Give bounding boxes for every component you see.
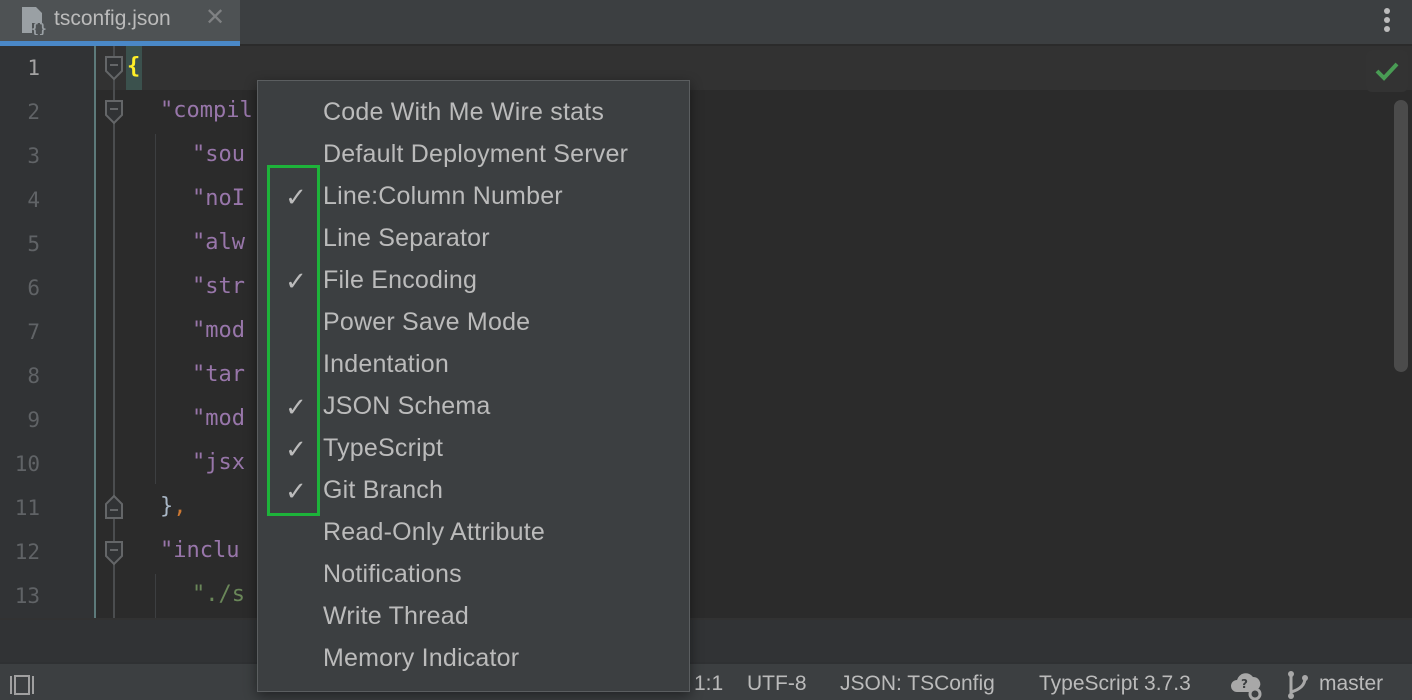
check-icon: ✓ [285,434,307,464]
menu-item-label: Read-Only Attribute [323,518,545,546]
menu-item-label: Memory Indicator [323,644,520,672]
fold-collapse-icon[interactable] [104,99,124,125]
line-number: 11 [14,496,40,520]
git-branch-icon[interactable] [1286,670,1310,700]
more-options-icon[interactable] [1378,6,1396,34]
gutter-separator [94,46,96,618]
check-icon [282,141,310,169]
menu-item-line-column-number[interactable]: ✓ Line:Column Number [258,177,689,219]
close-tab-icon[interactable]: ✕ [204,6,226,30]
code-line: "./s [192,582,245,607]
menu-item-line-separator[interactable]: Line Separator [258,219,689,261]
line-number: 2 [27,100,40,124]
editor-tab-bar: {} tsconfig.json ✕ [0,0,1412,46]
menu-item-label: Line Separator [323,224,490,252]
typescript-indicator[interactable]: TypeScript 3.7.3 [1039,672,1191,696]
json-file-icon: {} [22,7,47,35]
indent-guide [155,134,156,484]
git-branch-name[interactable]: master [1319,672,1383,696]
tab-label: tsconfig.json [54,7,171,30]
tab-tsconfig-json[interactable]: {} tsconfig.json ✕ [0,0,240,46]
check-icon: ✓ [285,266,307,296]
toggle-tool-windows-icon[interactable] [8,674,36,696]
menu-item-default-deployment-server[interactable]: Default Deployment Server [258,135,689,177]
menu-item-indentation[interactable]: Indentation [258,345,689,387]
menu-item-json-schema[interactable]: ✓ JSON Schema [258,387,689,429]
json-schema-indicator[interactable]: JSON: TSConfig [840,672,995,696]
check-icon [282,99,310,127]
check-icon [282,225,310,253]
menu-item-label: JSON Schema [323,392,491,420]
code-line: }, [160,494,187,519]
code-line: "tar [192,362,245,387]
code-line: "compil [160,98,253,123]
code-line: "jsx [192,450,245,475]
line-number: 9 [27,408,40,432]
code-line: "alw [192,230,245,255]
vertical-scrollbar[interactable] [1394,100,1408,372]
code-line: "mod [192,318,245,343]
menu-item-label: Power Save Mode [323,308,531,336]
line-number: 6 [27,276,40,300]
check-icon: ✓ [285,182,307,212]
menu-item-label: Line:Column Number [323,182,563,210]
line-number: 4 [27,188,40,212]
current-line-highlight [0,46,1412,90]
menu-item-memory-indicator[interactable]: Memory Indicator [258,639,689,681]
code-with-me-icon[interactable]: ? [1231,670,1265,700]
line-number: 7 [27,320,40,344]
fold-collapse-icon[interactable] [104,55,124,81]
indent-guide [155,574,156,618]
line-number: 3 [27,144,40,168]
check-icon: ✓ [285,392,307,422]
fold-collapse-icon[interactable] [104,540,124,566]
code-line: "inclu [160,538,240,563]
menu-item-label: TypeScript [323,434,444,462]
menu-item-label: Notifications [323,560,462,588]
check-icon: ✓ [285,476,307,506]
svg-text:{}: {} [31,22,47,35]
bottom-panel [0,618,1412,662]
status-bar-widgets-menu: Code With Me Wire stats Default Deployme… [257,80,690,692]
check-icon [282,561,310,589]
menu-item-power-save-mode[interactable]: Power Save Mode [258,303,689,345]
line-number: 13 [14,584,40,608]
code-line: "sou [192,142,245,167]
check-icon [282,603,310,631]
svg-text:?: ? [1241,677,1248,691]
check-icon [282,645,310,673]
line-number: 8 [27,364,40,388]
code-line: { [127,54,141,79]
check-icon [282,351,310,379]
menu-item-code-with-me-wire-stats[interactable]: Code With Me Wire stats [258,93,689,135]
menu-item-label: File Encoding [323,266,478,294]
code-line: "noI [192,186,245,211]
line-number: 5 [27,232,40,256]
line-number: 10 [14,452,40,476]
check-icon [282,309,310,337]
menu-item-write-thread[interactable]: Write Thread [258,597,689,639]
line-number: 1 [27,56,40,80]
menu-item-notifications[interactable]: Notifications [258,555,689,597]
inspection-ok-icon[interactable] [1366,50,1408,92]
menu-item-label: Default Deployment Server [323,140,629,168]
fold-end-icon[interactable] [104,494,124,520]
code-editor[interactable]: 1 2 3 4 5 6 7 8 9 10 11 12 13 { "compil … [0,46,1412,618]
menu-item-read-only-attribute[interactable]: Read-Only Attribute [258,513,689,555]
menu-item-typescript[interactable]: ✓ TypeScript [258,429,689,471]
menu-item-label: Git Branch [323,476,444,504]
status-bar: 1:1 UTF-8 JSON: TSConfig TypeScript 3.7.… [0,662,1412,700]
line-column-indicator[interactable]: 1:1 [694,672,723,696]
line-number: 12 [14,540,40,564]
menu-item-label: Indentation [323,350,449,378]
fold-guide-line [113,46,115,618]
code-line: "str [192,274,245,299]
menu-item-git-branch[interactable]: ✓ Git Branch [258,471,689,513]
menu-item-label: Code With Me Wire stats [323,98,605,126]
menu-item-file-encoding[interactable]: ✓ File Encoding [258,261,689,303]
file-encoding-indicator[interactable]: UTF-8 [747,672,807,696]
check-icon [282,519,310,547]
code-line: "mod [192,406,245,431]
menu-item-label: Write Thread [323,602,469,630]
